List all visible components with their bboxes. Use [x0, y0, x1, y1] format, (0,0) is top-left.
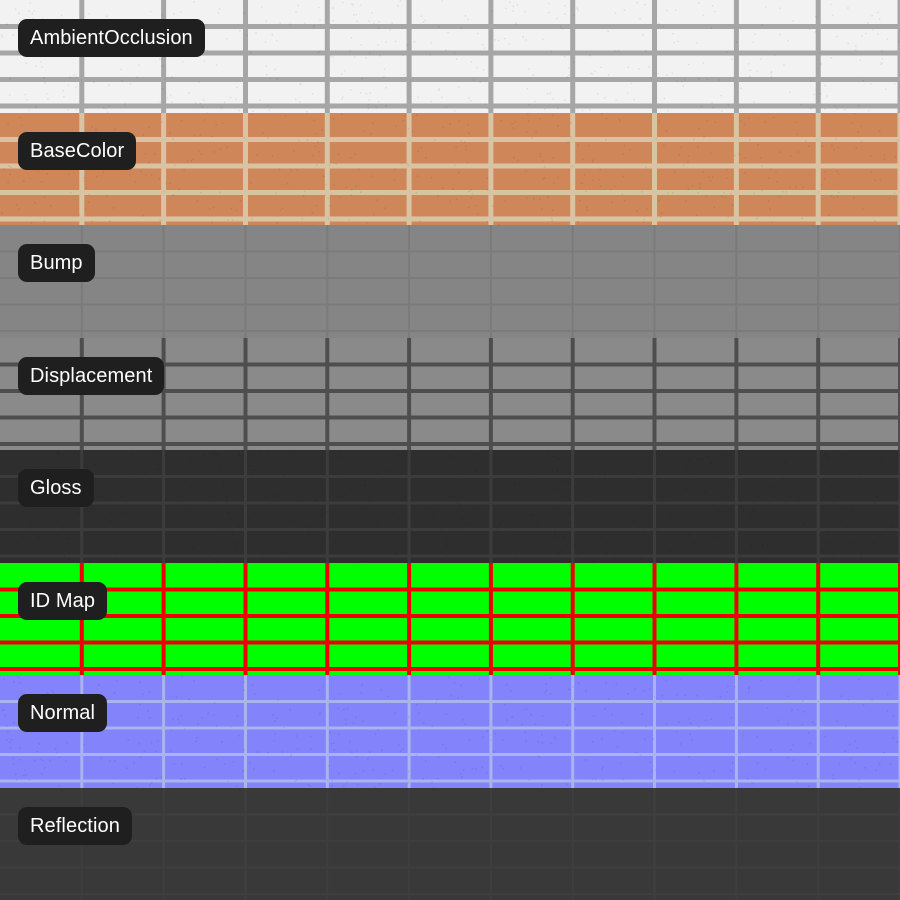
reflection-swatch [0, 787, 900, 900]
bump-swatch [0, 225, 900, 338]
id-map-strip: ID Map [0, 562, 900, 675]
base-color-swatch [0, 112, 900, 225]
map-label: BaseColor [18, 131, 137, 170]
map-label: Reflection [18, 806, 132, 845]
map-label: Bump [18, 244, 95, 282]
texture-map-sheet: AmbientOcclusion BaseColor Bump Displace… [0, 0, 900, 900]
map-label: Gloss [18, 469, 94, 507]
normal-strip: Normal [0, 675, 900, 788]
bump-strip: Bump [0, 225, 900, 338]
map-label: Displacement [18, 356, 165, 395]
id-map-swatch [0, 562, 900, 675]
displacement-strip: Displacement [0, 337, 900, 450]
gloss-swatch [0, 450, 900, 563]
ambient-occlusion-strip: AmbientOcclusion [0, 0, 900, 113]
gloss-strip: Gloss [0, 450, 900, 563]
reflection-strip: Reflection [0, 787, 900, 900]
map-label: AmbientOcclusion [18, 19, 205, 57]
map-label: ID Map [18, 581, 108, 620]
base-color-strip: BaseColor [0, 112, 900, 225]
map-label: Normal [18, 694, 108, 732]
normal-swatch [0, 675, 900, 788]
